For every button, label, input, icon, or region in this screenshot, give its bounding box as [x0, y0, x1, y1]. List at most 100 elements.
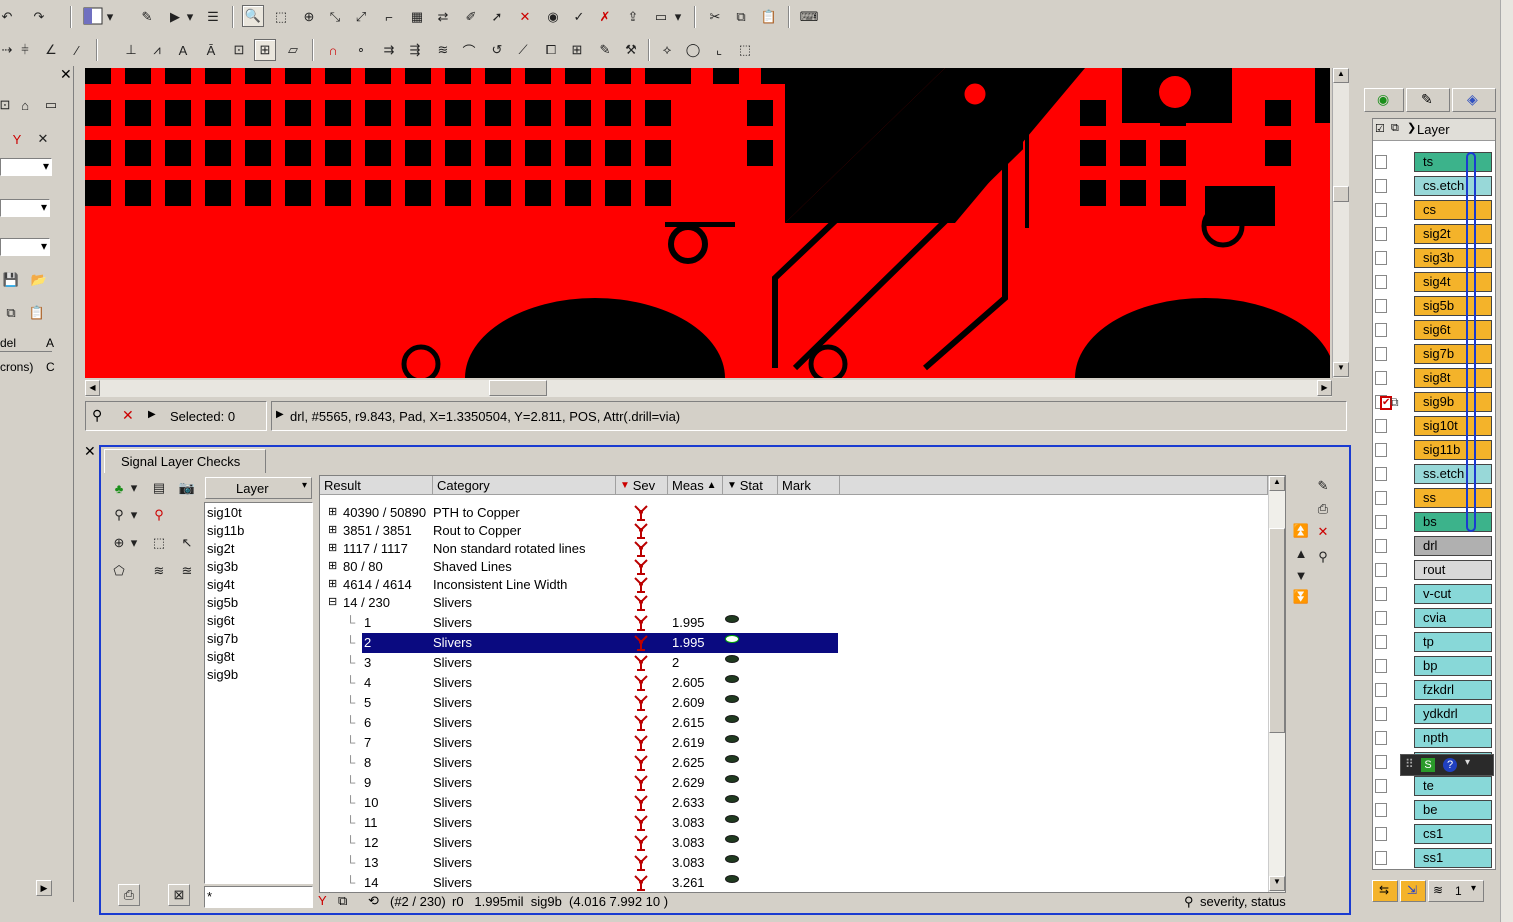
mirror-icon[interactable]: ⩘ [146, 39, 168, 61]
table-row[interactable]: └ 3 Slivers 2 [320, 653, 1285, 673]
camera-icon[interactable]: 📷 [176, 477, 198, 499]
eye-icon[interactable] [725, 655, 739, 663]
layer-visibility-checkbox[interactable] [1375, 707, 1387, 721]
table-row-group[interactable]: ⊟ 14 / 230 Slivers [320, 593, 1285, 613]
layer-item[interactable]: cs1 [1414, 824, 1492, 844]
layout-icon[interactable] [80, 5, 106, 27]
expand-icon[interactable]: ⊞ [328, 523, 337, 536]
layer-item[interactable]: ss.etch [1414, 464, 1492, 484]
chevron-down-icon[interactable]: ▾ [184, 6, 196, 28]
pen-icon[interactable]: ✎ [594, 39, 616, 61]
dropdown-3[interactable]: ▾ [0, 238, 50, 256]
paste-icon[interactable]: 📋 [26, 302, 48, 324]
layer-item[interactable]: bs [1414, 512, 1492, 532]
layer-dropdown[interactable]: Layer ▾ [205, 477, 312, 499]
panel-icon[interactable]: ▭ [40, 94, 62, 116]
layer-visibility-checkbox[interactable] [1375, 731, 1387, 745]
tree-icon[interactable]: ⧉ [338, 893, 347, 909]
layer-tool-button-1[interactable]: ⇆ [1372, 880, 1398, 902]
chevron-down-icon[interactable]: ▾ [128, 532, 140, 554]
edit-icon[interactable]: ✐ [460, 6, 482, 28]
sort-icon[interactable]: ❯ [1407, 121, 1416, 134]
layer-item[interactable]: bp [1414, 656, 1492, 676]
table-row[interactable]: └ 6 Slivers 2.615 [320, 713, 1285, 733]
magnet-icon[interactable]: ∩ [322, 39, 344, 61]
save-icon[interactable]: 💾 [0, 269, 22, 291]
layer-visibility-checkbox[interactable] [1375, 443, 1387, 457]
table-row[interactable]: └ 13 Slivers 3.083 [320, 853, 1285, 873]
next-icon[interactable]: ▼ [1290, 564, 1312, 586]
copy-icon[interactable]: ⧉ [730, 6, 752, 28]
layer-visibility-checkbox[interactable] [1375, 683, 1387, 697]
arrow-icon[interactable]: ⇢ [0, 39, 14, 61]
tab-edit[interactable]: ✎ [1406, 88, 1450, 112]
select-area-icon[interactable]: ⬚ [148, 532, 170, 554]
layer-item[interactable]: ss [1414, 488, 1492, 508]
box-icon[interactable]: ⬚ [734, 39, 756, 61]
table-row[interactable]: └ 11 Slivers 3.083 [320, 813, 1285, 833]
dropdown-2[interactable]: ▾ [0, 199, 50, 217]
eye-icon[interactable] [725, 855, 739, 863]
eye-icon[interactable] [725, 775, 739, 783]
circle-icon[interactable]: ◯ [682, 39, 704, 61]
grid2-icon[interactable]: ⊞ [566, 39, 588, 61]
highlight-icon[interactable]: ◉ [542, 6, 564, 28]
layer-item[interactable]: sig8t [1414, 368, 1492, 388]
slant-icon[interactable]: ⁄ [66, 39, 88, 61]
chevron-down-icon[interactable]: ▾ [1465, 757, 1470, 768]
point-icon[interactable]: ∘ [350, 39, 372, 61]
redo-icon[interactable]: ↷ [28, 6, 50, 28]
layer-visibility-checkbox[interactable] [1375, 299, 1387, 313]
pointer-icon[interactable]: ↖ [176, 532, 198, 554]
close-icon[interactable]: ✕ [32, 128, 54, 150]
visibility-icon[interactable]: ☑ [1375, 122, 1385, 135]
tab-partial[interactable]: del [0, 336, 16, 350]
chevron-down-icon[interactable]: ▾ [672, 6, 684, 28]
table-row[interactable]: └ 14 Slivers 3.261 [320, 873, 1285, 892]
layer-visibility-checkbox[interactable] [1375, 371, 1387, 385]
layer-list-item[interactable]: sig4t [207, 577, 234, 592]
layer-list-item[interactable]: sig2t [207, 541, 234, 556]
assign-icon[interactable]: ⚲ [1312, 546, 1334, 568]
anchor-icon[interactable]: ⊥ [120, 39, 142, 61]
expand-icon[interactable]: ⊞ [328, 505, 337, 518]
layer-visibility-checkbox[interactable] [1375, 179, 1387, 193]
layer-list-item[interactable]: sig8t [207, 649, 234, 664]
zoom-area-icon[interactable]: ⬚ [270, 6, 292, 28]
layer-visibility-checkbox[interactable] [1375, 539, 1387, 553]
first-icon[interactable]: ⏫ [1290, 520, 1312, 542]
corner-icon[interactable]: ⌞ [708, 39, 730, 61]
script-s-icon[interactable]: S [1421, 758, 1435, 772]
chevron-down-icon[interactable]: ▾ [104, 6, 116, 28]
eye-icon[interactable] [725, 715, 739, 723]
table-row-group[interactable]: ⊞ 80 / 80 Shaved Lines [320, 557, 1285, 577]
eye-icon[interactable] [725, 675, 739, 683]
export-report-icon[interactable]: ⎙ [118, 884, 140, 906]
shape-icon[interactable]: ▱ [282, 39, 304, 61]
table-row[interactable]: └ 7 Slivers 2.619 [320, 733, 1285, 753]
table-row-group[interactable]: ⊞ 4614 / 4614 Inconsistent Line Width [320, 575, 1285, 595]
close-icon[interactable]: ✕ [84, 443, 96, 460]
filter-icon[interactable]: ⚲ [108, 504, 130, 526]
eye-icon[interactable] [725, 635, 739, 643]
layer-list-item[interactable]: sig11b [207, 523, 244, 538]
scroll-right-icon[interactable]: ▶ [36, 880, 52, 896]
layer-visibility-checkbox[interactable] [1375, 563, 1387, 577]
text-icon[interactable]: A [172, 39, 194, 61]
play-icon[interactable]: ▶ [164, 6, 186, 28]
layer-visibility-checkbox[interactable] [1375, 419, 1387, 433]
zoom-icon[interactable]: 🔍 [242, 5, 264, 27]
expand-icon[interactable]: ⊞ [328, 559, 337, 572]
layer-visibility-checkbox[interactable] [1375, 635, 1387, 649]
layer-item[interactable]: cvia [1414, 608, 1492, 628]
layer-visibility-checkbox[interactable] [1375, 491, 1387, 505]
zoom-in-icon[interactable]: ⊕ [108, 532, 130, 554]
table-row-group[interactable]: ⊞ 3851 / 3851 Rout to Copper [320, 521, 1285, 541]
nodes-icon[interactable]: ⟡ [656, 39, 678, 61]
flip-icon[interactable]: ⇄ [432, 6, 454, 28]
layer-visibility-checkbox[interactable] [1375, 203, 1387, 217]
layer-visibility-checkbox[interactable] [1375, 755, 1387, 769]
angle-icon[interactable]: ∠ [40, 39, 62, 61]
layer-item[interactable]: sig2t [1414, 224, 1492, 244]
table-row[interactable]: └ 5 Slivers 2.609 [320, 693, 1285, 713]
